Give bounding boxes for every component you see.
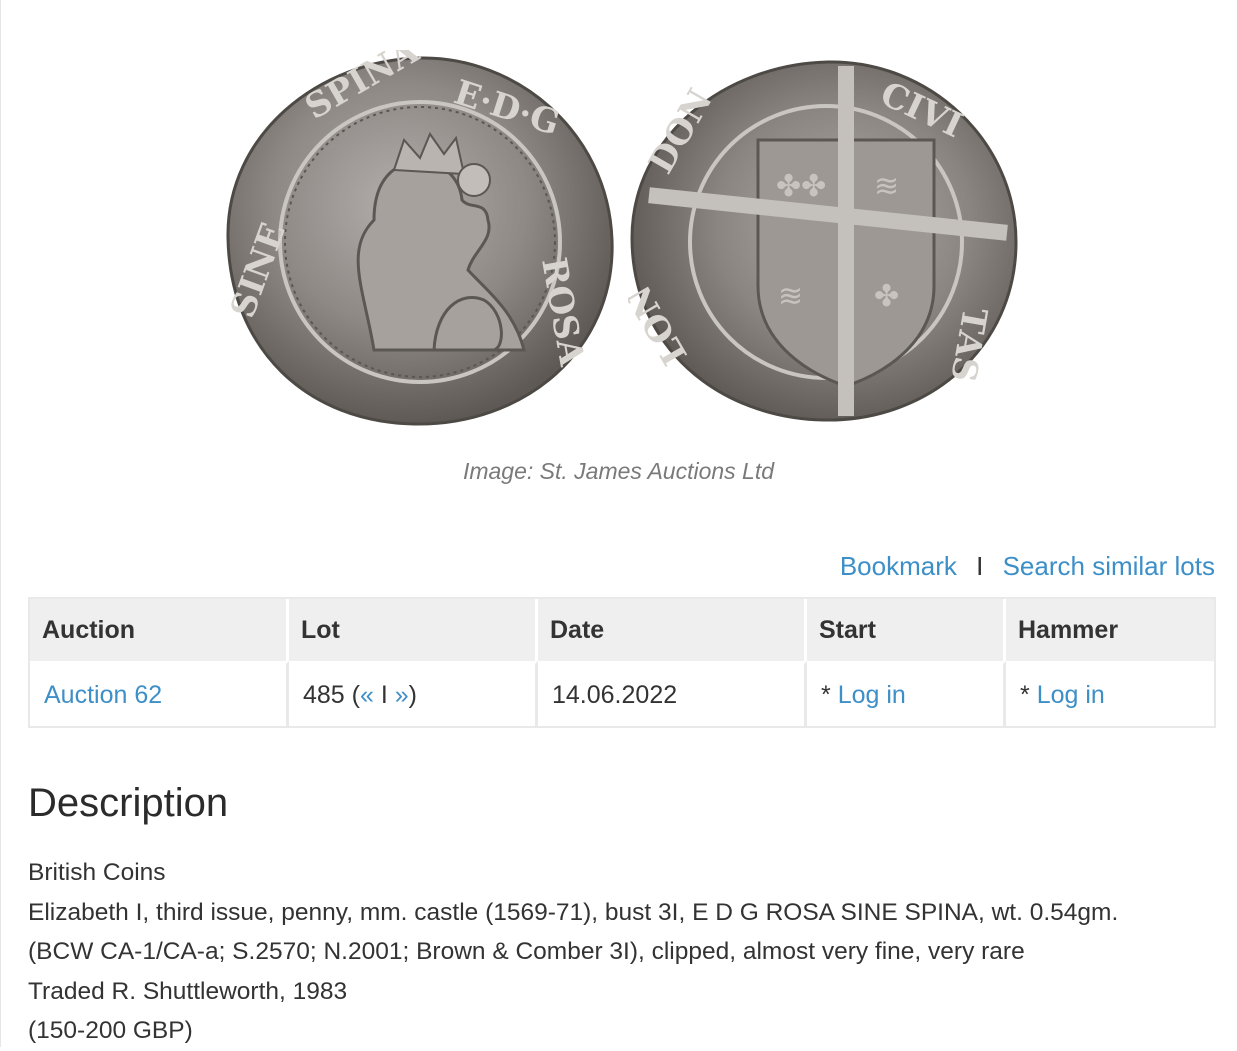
lot-close-paren: ) xyxy=(408,680,417,709)
description-line: Traded R. Shuttleworth, 1983 xyxy=(28,977,348,1005)
table-row: Auction 62 485 (« I ») 14.06.2022 * Log … xyxy=(30,661,1214,726)
description-body: British Coins Elizabeth I, third issue, … xyxy=(28,853,1218,1051)
bookmark-link[interactable]: Bookmark xyxy=(840,551,957,581)
cell-lot: 485 (« I ») xyxy=(289,661,538,726)
search-similar-lots-link[interactable]: Search similar lots xyxy=(1003,551,1215,581)
previous-lot-link[interactable]: « xyxy=(360,681,374,709)
coin-obverse-icon: E·D·G ROSA SINE SPINA xyxy=(224,50,614,426)
hammer-login-link[interactable]: Log in xyxy=(1037,681,1105,709)
lot-image[interactable]: E·D·G ROSA SINE SPINA CIVI TAS LON DON ✤… xyxy=(0,40,1237,440)
actions-separator: I xyxy=(976,551,984,581)
lot-nav-separator: I xyxy=(373,680,395,709)
lot-number: 485 ( xyxy=(303,680,360,709)
description-line: Elizabeth I, third issue, penny, mm. cas… xyxy=(28,898,1119,926)
header-auction: Auction xyxy=(30,599,289,661)
svg-text:✤: ✤ xyxy=(874,279,899,314)
svg-text:≋: ≋ xyxy=(778,279,803,314)
image-caption: Image: St. James Auctions Ltd xyxy=(462,458,775,484)
coin-reverse-icon: CIVI TAS LON DON ✤✤ ≋ ≋ ✤ xyxy=(628,60,1018,422)
header-hammer: Hammer xyxy=(1006,599,1214,661)
cell-hammer: * Log in xyxy=(1006,661,1214,726)
header-start: Start xyxy=(807,599,1006,661)
start-asterisk: * xyxy=(821,680,838,709)
cell-auction: Auction 62 xyxy=(30,661,289,726)
header-date: Date xyxy=(538,599,807,661)
description-line: British Coins xyxy=(28,859,166,886)
hammer-asterisk: * xyxy=(1020,680,1037,709)
lot-actions: Bookmark I Search similar lots xyxy=(840,551,1215,582)
description-line: (BCW CA-1/CA-a; S.2570; N.2001; Brown & … xyxy=(28,938,1025,965)
table-header-row: Auction Lot Date Start Hammer xyxy=(30,599,1214,661)
header-lot: Lot xyxy=(289,599,538,661)
svg-text:✤✤: ✤✤ xyxy=(776,169,826,204)
description-heading: Description xyxy=(28,781,229,825)
cell-date: 14.06.2022 xyxy=(538,661,807,726)
next-lot-link[interactable]: » xyxy=(395,681,409,709)
start-login-link[interactable]: Log in xyxy=(838,681,906,709)
cell-start: * Log in xyxy=(807,661,1006,726)
lot-info-table: Auction Lot Date Start Hammer Auction 62… xyxy=(28,597,1216,728)
svg-text:≋: ≋ xyxy=(874,169,899,204)
description-line: (150-200 GBP) xyxy=(28,1017,193,1044)
auction-link[interactable]: Auction 62 xyxy=(44,681,162,709)
